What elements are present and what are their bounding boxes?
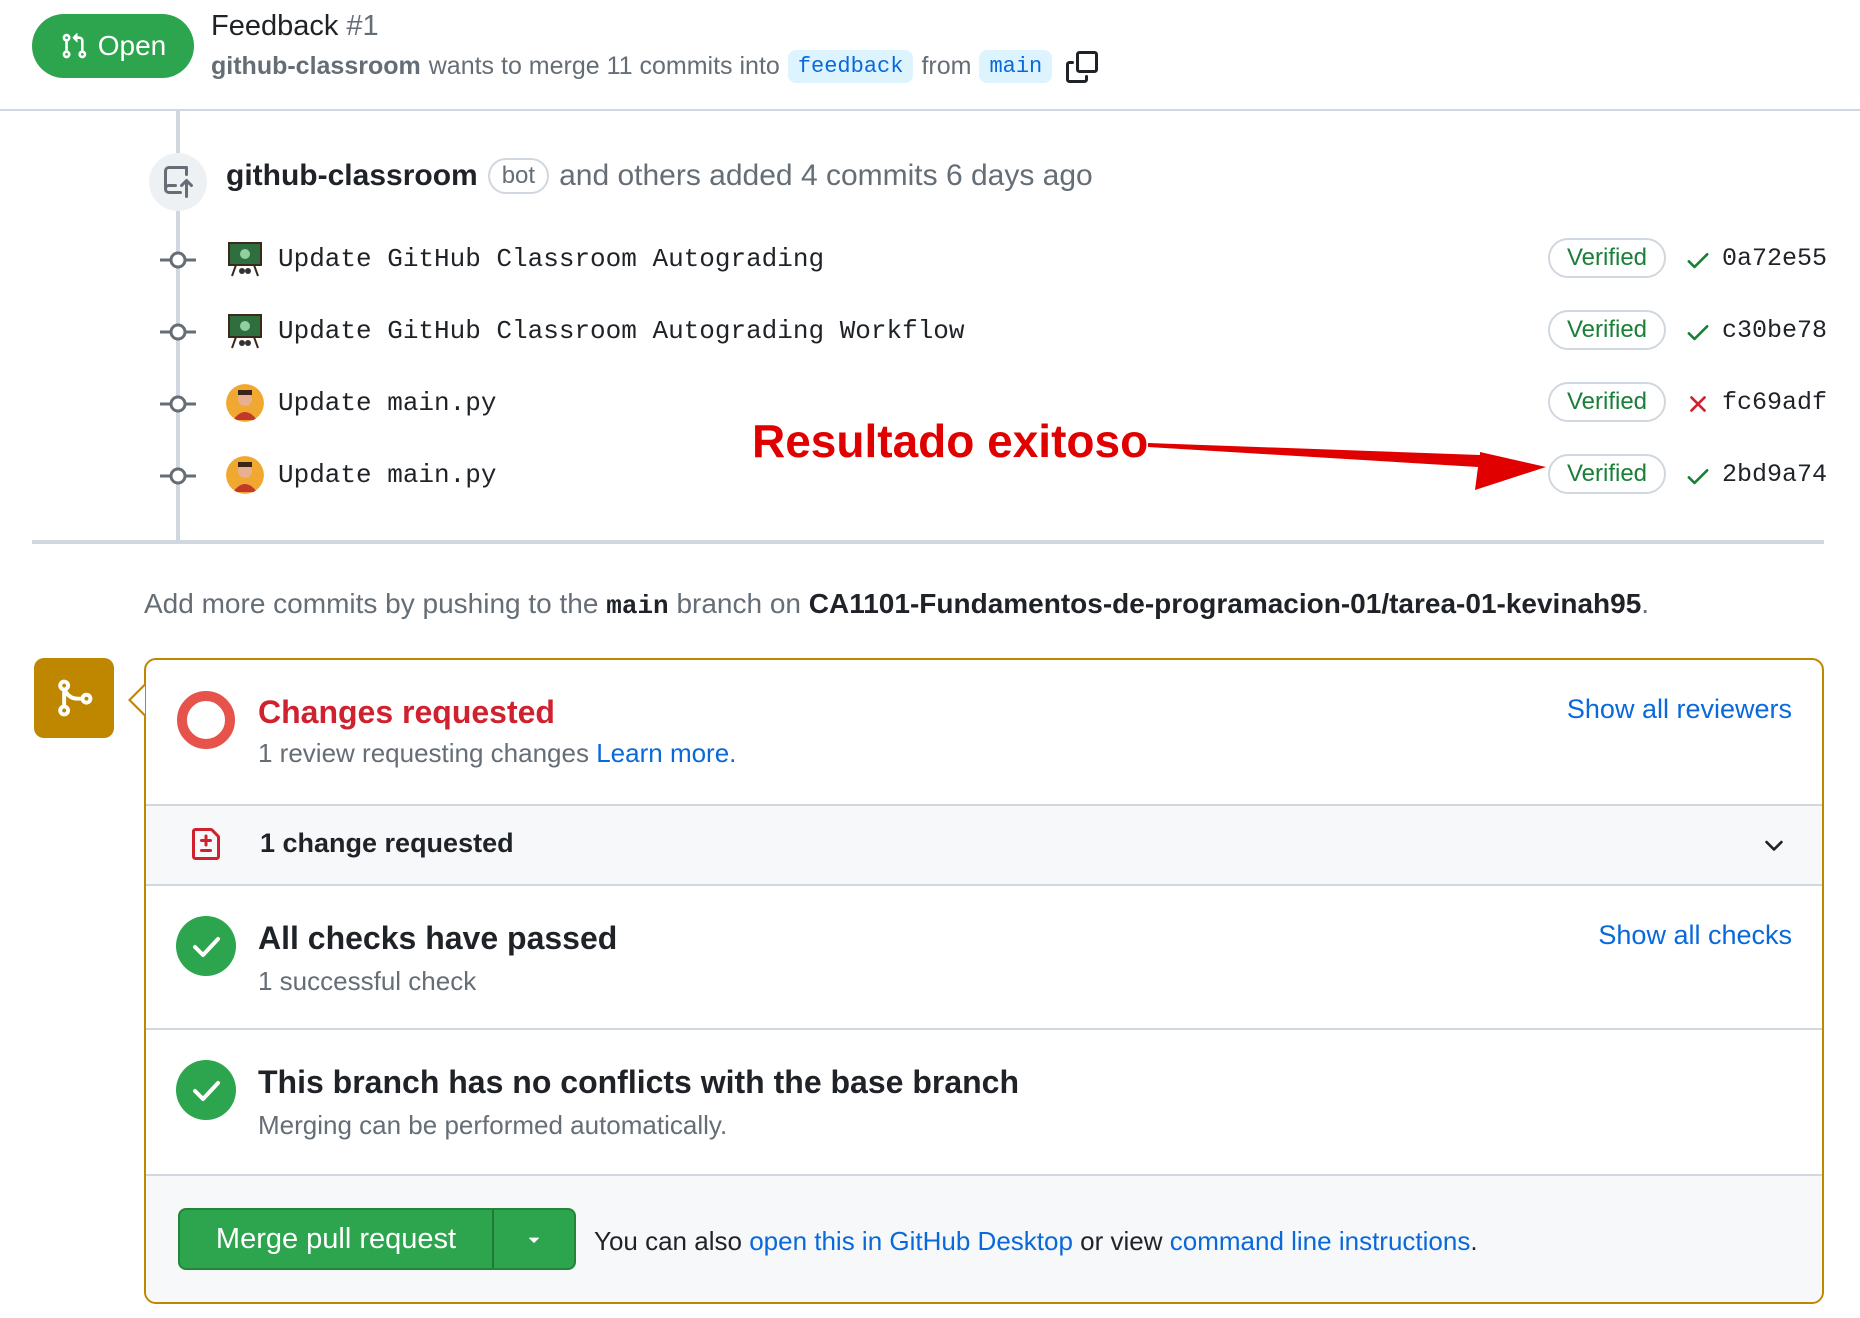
x-icon[interactable] — [1684, 390, 1712, 418]
pr-number: #1 — [346, 10, 379, 42]
commit-sha-link[interactable]: 2bd9a74 — [1722, 460, 1827, 489]
changes-requested-icon — [177, 691, 235, 749]
check-circle-icon — [176, 1060, 236, 1120]
bot-avatar[interactable] — [226, 240, 264, 278]
merge-note-middle: or view — [1080, 1226, 1163, 1256]
add-more-suffix: . — [1641, 588, 1650, 619]
user-avatar[interactable] — [226, 384, 264, 422]
commit-message-link[interactable]: Update GitHub Classroom Autograding — [278, 244, 824, 274]
push-summary: github-classroom bot and others added 4 … — [226, 158, 1093, 194]
check-icon[interactable] — [1684, 246, 1712, 274]
merge-alternatives-note: You can also open this in GitHub Desktop… — [594, 1226, 1478, 1257]
check-circle-icon — [176, 916, 236, 976]
add-more-commits-note: Add more commits by pushing to the main … — [144, 588, 1649, 621]
merge-note-suffix: . — [1470, 1226, 1478, 1256]
merge-status-badge — [34, 658, 114, 738]
chevron-down-icon[interactable] — [1760, 832, 1788, 860]
commit-message-link[interactable]: Update GitHub Classroom Autograding Work… — [278, 316, 965, 346]
user-avatar[interactable] — [226, 456, 264, 494]
bot-avatar[interactable] — [226, 312, 264, 350]
annotation-arrow — [1148, 443, 1546, 490]
timeline-end-divider — [32, 540, 1824, 544]
header-divider — [0, 109, 1860, 111]
push-author-link[interactable]: github-classroom — [226, 159, 478, 193]
pr-meta-text: wants to merge 11 commits into — [428, 52, 780, 80]
review-status-title: Changes requested — [258, 694, 555, 730]
add-more-prefix: Add more commits by pushing to the — [144, 588, 599, 619]
verified-badge[interactable]: Verified — [1548, 382, 1666, 422]
commit-sha-link[interactable]: fc69adf — [1722, 388, 1827, 417]
change-requested-label: 1 change requested — [260, 828, 514, 858]
verified-badge[interactable]: Verified — [1548, 310, 1666, 350]
annotation-label: Resultado exitoso — [752, 415, 1149, 467]
add-more-middle: branch on — [676, 588, 801, 619]
merge-button-group: Merge pull request — [178, 1208, 576, 1270]
commit-message-link[interactable]: Update main.py — [278, 460, 496, 490]
merge-box-caret-fill — [131, 686, 145, 714]
commit-sha-link[interactable]: 0a72e55 — [1722, 244, 1827, 273]
verified-badge[interactable]: Verified — [1548, 454, 1666, 494]
add-more-branch: main — [606, 591, 669, 621]
bot-label: bot — [487, 158, 550, 194]
push-event-badge — [149, 153, 207, 211]
check-icon[interactable] — [1684, 462, 1712, 490]
git-commit-icon — [160, 251, 196, 269]
git-commit-icon — [160, 323, 196, 341]
review-status-subtitle: 1 review requesting changes Learn more. — [258, 738, 736, 769]
commit-message-link[interactable]: Update main.py — [278, 388, 496, 418]
push-summary-text: and others added 4 commits 6 days ago — [559, 159, 1093, 192]
pr-state-badge: Open — [32, 14, 194, 78]
conflicts-subtitle: Merging can be performed automatically. — [258, 1110, 728, 1140]
commit-row: Update GitHub Classroom Autograding Work… — [0, 310, 1860, 352]
git-pull-request-icon — [62, 33, 87, 59]
merge-pull-request-button[interactable]: Merge pull request — [180, 1210, 494, 1268]
change-requested-expander[interactable]: 1 change requested — [146, 806, 1822, 886]
learn-more-link[interactable]: Learn more. — [596, 738, 736, 768]
merge-box: Changes requested 1 review requesting ch… — [144, 658, 1824, 1304]
triangle-down-icon — [528, 1237, 540, 1243]
file-diff-icon — [192, 828, 220, 860]
pr-title-text: Feedback — [211, 10, 339, 42]
checks-title: All checks have passed — [258, 920, 618, 956]
git-commit-icon — [160, 467, 196, 485]
copy-icon[interactable] — [1066, 50, 1099, 83]
pr-author-link[interactable]: github-classroom — [211, 52, 421, 81]
checks-section: All checks have passed 1 successful chec… — [146, 886, 1822, 1030]
pr-title: Feedback #1 — [211, 10, 379, 43]
check-icon[interactable] — [1684, 318, 1712, 346]
head-branch-label[interactable]: main — [979, 50, 1053, 83]
from-text: from — [921, 52, 972, 80]
git-commit-icon — [160, 395, 196, 413]
show-all-checks-link[interactable]: Show all checks — [1598, 920, 1792, 951]
conflicts-section: This branch has no conflicts with the ba… — [146, 1030, 1822, 1176]
merge-action-section: Merge pull request You can also open thi… — [146, 1176, 1822, 1302]
base-branch-label[interactable]: feedback — [787, 50, 914, 83]
commit-row: Update GitHub Classroom Autograding Veri… — [0, 238, 1860, 280]
open-github-desktop-link[interactable]: open this in GitHub Desktop — [749, 1226, 1073, 1256]
show-all-reviewers-link[interactable]: Show all reviewers — [1567, 694, 1792, 725]
repo-push-icon — [164, 166, 193, 198]
pr-meta: github-classroom wants to merge 11 commi… — [211, 50, 1099, 83]
review-subtitle-text: 1 review requesting changes — [258, 738, 589, 768]
pr-state-label: Open — [97, 30, 167, 61]
command-line-instructions-link[interactable]: command line instructions — [1170, 1226, 1471, 1256]
checks-subtitle: 1 successful check — [258, 966, 477, 996]
conflicts-title: This branch has no conflicts with the ba… — [258, 1064, 1020, 1100]
merge-method-dropdown[interactable] — [494, 1210, 574, 1268]
review-status-section: Changes requested 1 review requesting ch… — [146, 660, 1822, 806]
commit-sha-link[interactable]: c30be78 — [1722, 316, 1827, 345]
git-merge-icon — [58, 679, 93, 717]
verified-badge[interactable]: Verified — [1548, 238, 1666, 278]
repo-name: CA1101-Fundamentos-de-programacion-01/ta… — [808, 588, 1642, 619]
merge-note-prefix: You can also — [594, 1226, 742, 1256]
